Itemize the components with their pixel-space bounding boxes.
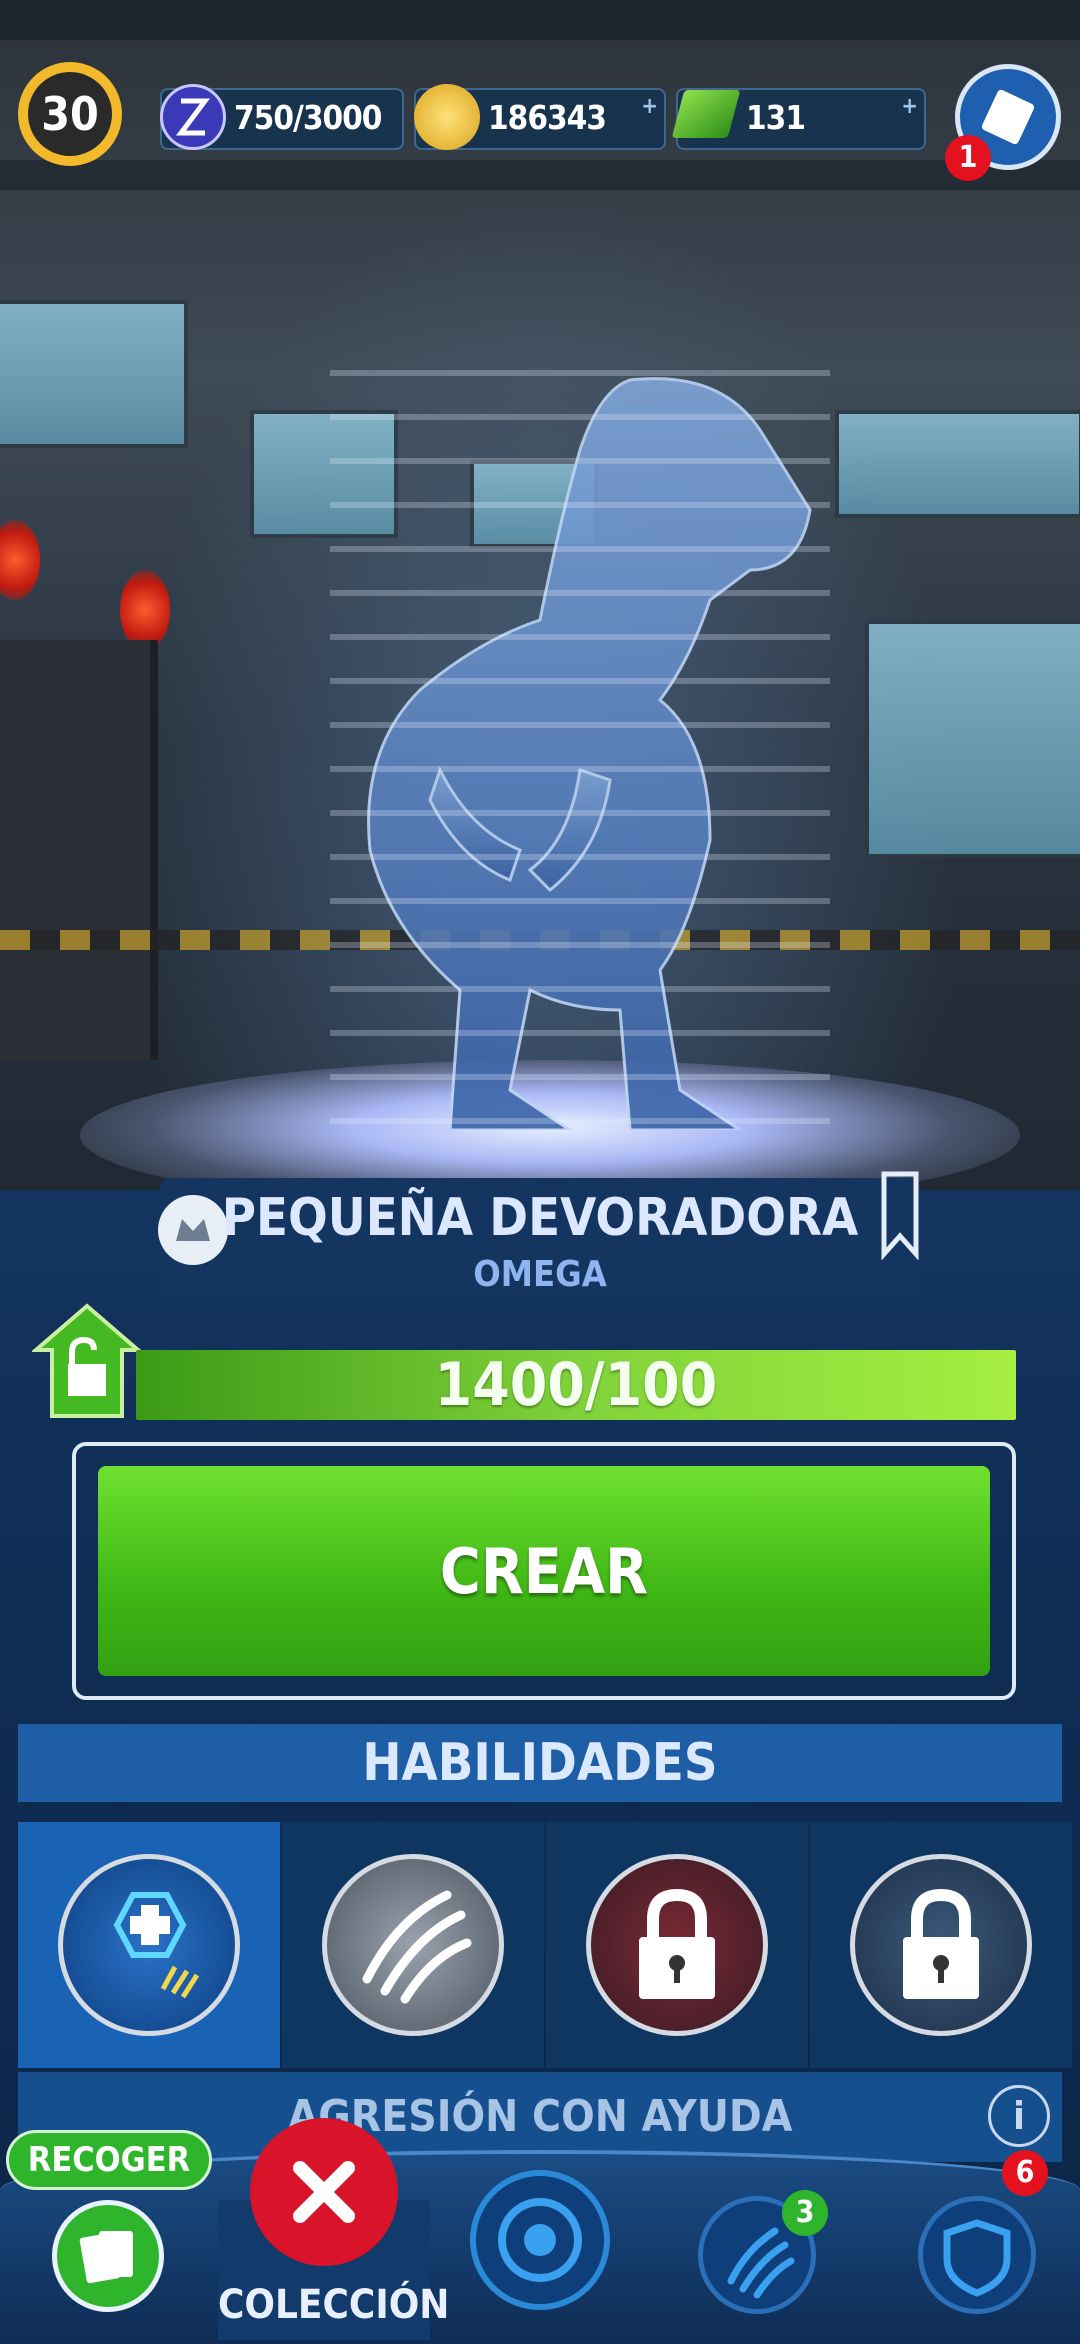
- heal-ability-icon: [58, 1854, 240, 2036]
- window: [0, 300, 188, 448]
- battle-badge: 3: [782, 2190, 828, 2236]
- ticket-badge: 1: [945, 135, 991, 181]
- warning-light: [120, 570, 170, 650]
- ceiling-beam: [0, 160, 1080, 190]
- collect-button[interactable]: RECOGER: [6, 2130, 212, 2190]
- dna-counter[interactable]: 750/3000: [160, 84, 404, 150]
- cash-counter[interactable]: 131 +: [671, 88, 926, 150]
- coins-counter[interactable]: 186343 +: [414, 84, 666, 150]
- ability-slot-3[interactable]: [546, 1822, 808, 2068]
- claw-ability-icon: [322, 1854, 504, 2036]
- alliance-tab[interactable]: [918, 2196, 1036, 2314]
- dna-progress-text: 1400/100: [434, 1350, 718, 1420]
- map-tab[interactable]: [470, 2170, 610, 2310]
- warning-light: [0, 520, 40, 600]
- player-level-value: 30: [28, 72, 112, 156]
- creature-rarity: OMEGA: [473, 1254, 607, 1295]
- cash-value: 131: [746, 98, 806, 137]
- create-button[interactable]: CREAR: [98, 1466, 990, 1676]
- dinosaur-hologram: [330, 370, 830, 1130]
- abilities-header: HABILIDADES: [18, 1724, 1062, 1802]
- unlock-icon: [30, 1302, 144, 1420]
- player-level[interactable]: 30: [18, 62, 122, 166]
- bookmark-icon[interactable]: [880, 1170, 920, 1261]
- ability-slot-2[interactable]: [282, 1822, 544, 2068]
- ability-slot-1[interactable]: [18, 1822, 280, 2068]
- cash-icon: [671, 90, 741, 138]
- hangar-scene: [0, 0, 1080, 1240]
- close-icon: [293, 2161, 355, 2223]
- add-cash-icon[interactable]: +: [901, 94, 918, 119]
- ability-slot-4[interactable]: [810, 1822, 1072, 2068]
- coin-icon: [414, 84, 480, 150]
- window: [835, 410, 1080, 518]
- collect-cards-button[interactable]: [52, 2200, 164, 2312]
- shield-icon: [943, 2219, 1011, 2297]
- collection-label: COLECCIÓN: [218, 2282, 450, 2328]
- add-coins-icon[interactable]: +: [641, 94, 658, 119]
- locked-ability-icon: [850, 1854, 1032, 2036]
- alliance-badge: 6: [1002, 2150, 1048, 2196]
- dna-value: 750/3000: [234, 98, 382, 137]
- cards-icon: [79, 2231, 133, 2284]
- dna-progress-bar: 1400/100: [136, 1350, 1016, 1420]
- blast-door: [0, 640, 158, 1060]
- info-icon[interactable]: i: [988, 2085, 1050, 2147]
- window: [865, 620, 1080, 858]
- locked-ability-icon: [586, 1854, 768, 2036]
- radar-icon: [498, 2198, 582, 2282]
- close-button[interactable]: [250, 2118, 398, 2266]
- ceiling-beam: [0, 0, 1080, 40]
- coins-value: 186343: [488, 98, 607, 137]
- dna-icon: [160, 84, 226, 150]
- create-button-frame: CREAR: [72, 1442, 1016, 1700]
